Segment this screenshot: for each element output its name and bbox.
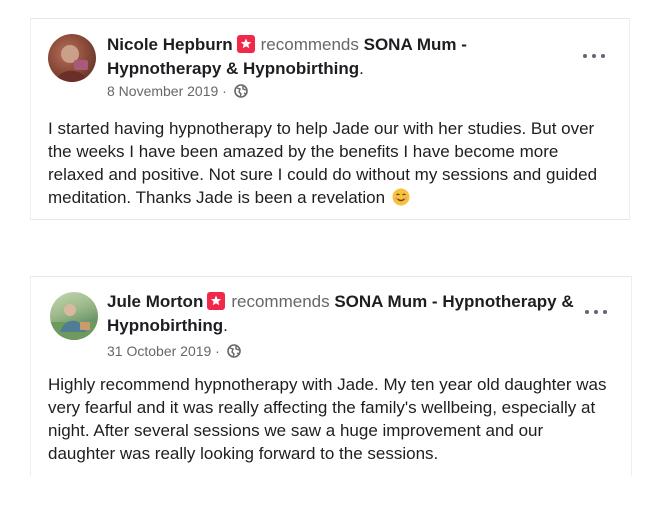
recommend-icon: [207, 292, 226, 310]
review-card: Jule Morton recommends SONA Mum - Hypnoth…: [30, 276, 632, 476]
avatar[interactable]: [50, 292, 98, 340]
recommends-label: recommends: [231, 292, 330, 311]
avatar-photo: [50, 304, 98, 340]
post-meta: 8 November 2019 ·: [107, 82, 248, 100]
review-header: Nicole Hepburn recommends SONA Mum - Hypn…: [107, 33, 579, 81]
more-options-icon: [603, 310, 607, 314]
header-period: .: [359, 59, 364, 78]
more-options-icon: [592, 54, 596, 58]
reviewer-name[interactable]: Jule Morton: [107, 292, 203, 311]
globe-icon: [233, 84, 248, 98]
meta-separator: ·: [218, 83, 227, 99]
review-text: Highly recommend hypnotherapy with Jade.…: [48, 373, 613, 465]
review-text-content: I started having hypnotherapy to help Ja…: [48, 119, 598, 207]
review-card: Nicole Hepburn recommends SONA Mum - Hypn…: [30, 18, 630, 220]
more-options-icon: [585, 310, 589, 314]
review-text: I started having hypnotherapy to help Ja…: [48, 117, 611, 209]
more-options-icon: [594, 310, 598, 314]
post-date[interactable]: 31 October 2019: [107, 343, 211, 359]
more-options-button[interactable]: [581, 46, 609, 66]
avatar[interactable]: [48, 34, 96, 82]
review-text-content: Highly recommend hypnotherapy with Jade.…: [48, 375, 607, 463]
header-period: .: [223, 316, 228, 335]
recommends-label: recommends: [260, 35, 359, 54]
meta-separator: ·: [211, 343, 220, 359]
globe-icon: [226, 344, 241, 358]
more-options-icon: [601, 54, 605, 58]
reviewer-name[interactable]: Nicole Hepburn: [107, 35, 233, 54]
avatar-photo: [56, 45, 88, 82]
review-header: Jule Morton recommends SONA Mum - Hypnoth…: [107, 290, 581, 338]
more-options-button[interactable]: [583, 302, 611, 322]
more-options-icon: [583, 54, 587, 58]
post-date[interactable]: 8 November 2019: [107, 83, 218, 99]
smiling-face-emoji-icon: [392, 188, 410, 206]
post-meta: 31 October 2019 ·: [107, 342, 241, 360]
recommend-icon: [236, 35, 255, 53]
